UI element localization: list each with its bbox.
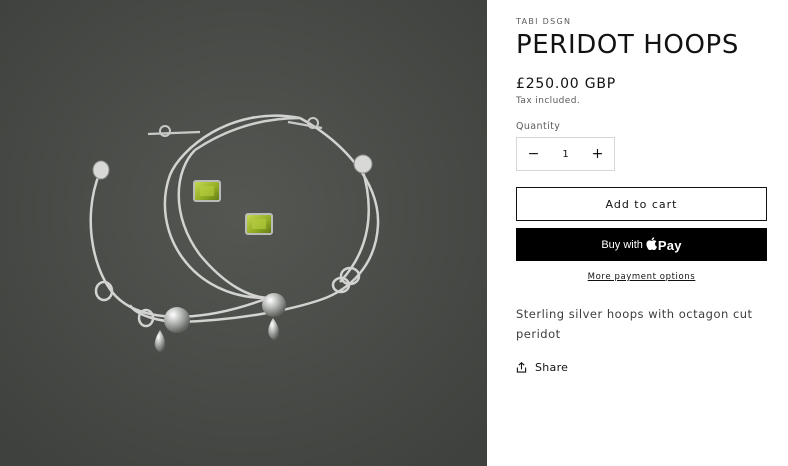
apple-pay-button[interactable]: Buy with Pay: [516, 228, 767, 261]
product-description: Sterling silver hoops with octagon cut p…: [516, 307, 753, 341]
product-image[interactable]: [0, 0, 487, 466]
quantity-decrease-button[interactable]: −: [517, 138, 550, 170]
quantity-label: Quantity: [516, 121, 561, 132]
quantity-input[interactable]: [550, 148, 581, 160]
apple-pay-logo: Pay: [646, 236, 682, 253]
vendor-name: TABI DSGN: [516, 17, 572, 26]
product-photo: [0, 0, 487, 466]
product-info: TABI DSGN PERIDOT HOOPS £250.00 GBP Tax …: [516, 0, 768, 466]
buy-with-label: Buy with: [601, 238, 643, 251]
more-payment-options-link[interactable]: More payment options: [516, 272, 767, 282]
share-label: Share: [535, 361, 569, 374]
add-to-cart-button[interactable]: Add to cart: [516, 187, 767, 221]
quantity-stepper: − +: [516, 137, 615, 171]
product-title: PERIDOT HOOPS: [516, 30, 739, 60]
share-button[interactable]: Share: [516, 361, 568, 374]
apple-logo-icon: [646, 236, 657, 250]
product-price: £250.00 GBP: [516, 76, 617, 92]
tax-note: Tax included.: [516, 96, 581, 106]
quantity-increase-button[interactable]: +: [581, 138, 614, 170]
share-icon: [516, 362, 527, 373]
pay-label: Pay: [657, 237, 682, 253]
